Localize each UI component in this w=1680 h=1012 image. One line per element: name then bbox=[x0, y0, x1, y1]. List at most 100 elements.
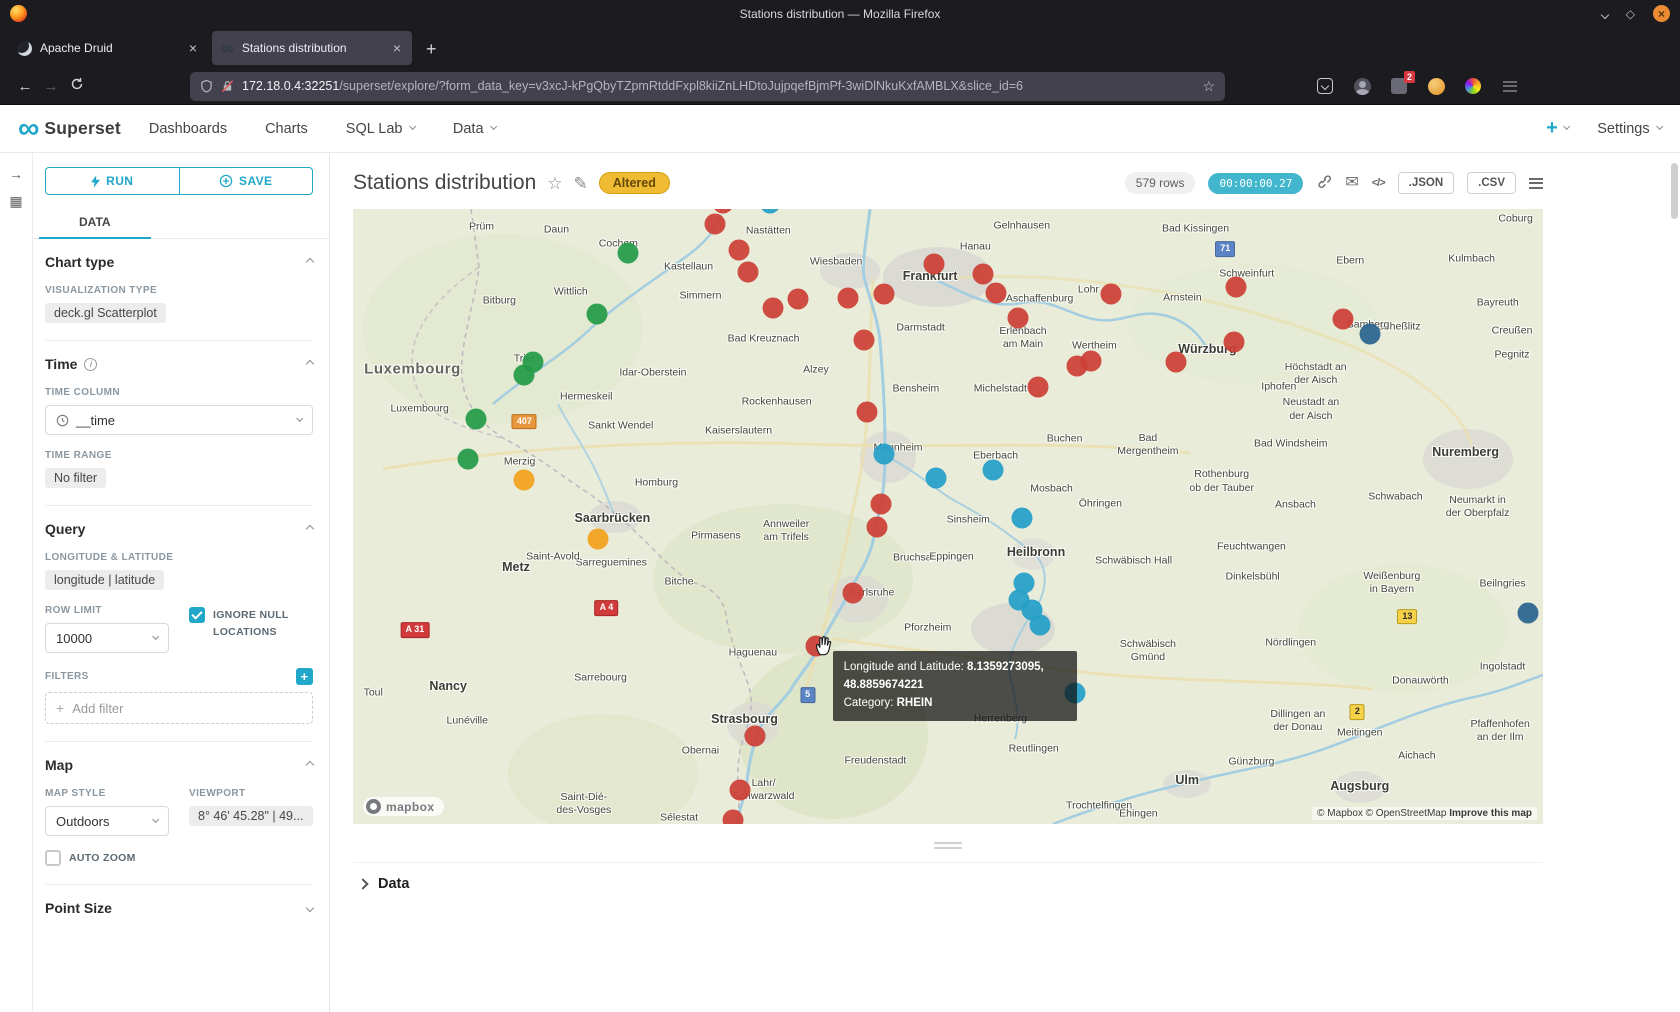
map-point[interactable] bbox=[1101, 283, 1122, 304]
data-panel-toggle[interactable]: Data bbox=[353, 862, 1543, 892]
map-point[interactable] bbox=[617, 243, 638, 264]
superset-brand[interactable]: ∞ Superset bbox=[18, 117, 121, 141]
copy-link-icon[interactable] bbox=[1316, 173, 1332, 193]
map-style-select[interactable]: Outdoors bbox=[45, 806, 169, 836]
map-point[interactable] bbox=[1028, 376, 1049, 397]
account-avatar-icon[interactable] bbox=[1352, 76, 1372, 96]
browser-tab-druid[interactable]: Apache Druid × bbox=[8, 31, 208, 65]
window-maximize-icon[interactable]: ◇ bbox=[1626, 8, 1635, 20]
favorite-star-icon[interactable]: ☆ bbox=[547, 175, 562, 192]
resize-handle[interactable] bbox=[934, 842, 962, 849]
pocket-icon[interactable] bbox=[1315, 76, 1335, 96]
nav-item-dashboards[interactable]: Dashboards bbox=[149, 121, 227, 137]
section-header-point-size[interactable]: Point Size bbox=[45, 900, 313, 916]
map-point[interactable] bbox=[873, 283, 894, 304]
map-point[interactable] bbox=[1360, 323, 1381, 344]
time-column-select[interactable]: __time bbox=[45, 405, 313, 435]
map-point[interactable] bbox=[738, 261, 759, 282]
add-filter-dropzone[interactable]: + Add filter bbox=[45, 692, 313, 724]
browser-tab-stations[interactable]: ∞ Stations distribution × bbox=[212, 31, 412, 65]
adblock-extension-icon[interactable]: 2 bbox=[1389, 76, 1409, 96]
map-point[interactable] bbox=[857, 401, 878, 422]
window-minimize-icon[interactable] bbox=[1602, 8, 1608, 20]
map-point[interactable] bbox=[871, 494, 892, 515]
profile-avatar-icon[interactable] bbox=[1426, 76, 1446, 96]
viz-type-chip[interactable]: deck.gl Scatterplot bbox=[45, 303, 166, 323]
map-point[interactable] bbox=[1223, 331, 1244, 352]
deckgl-scatter-map[interactable]: PrümDaunCochemNastättenGelnhausenBad Kis… bbox=[353, 209, 1543, 824]
map-point[interactable] bbox=[983, 459, 1004, 480]
map-point[interactable] bbox=[853, 329, 874, 350]
map-point[interactable] bbox=[704, 213, 725, 234]
altered-badge[interactable]: Altered bbox=[599, 172, 670, 194]
export-csv-button[interactable]: .CSV bbox=[1467, 172, 1516, 194]
nav-item-data[interactable]: Data bbox=[453, 121, 496, 137]
map-point[interactable] bbox=[759, 209, 780, 213]
datasource-grid-icon[interactable]: ▦ bbox=[9, 194, 22, 208]
map-point[interactable] bbox=[1166, 352, 1187, 373]
section-header-time[interactable]: Timei bbox=[45, 356, 313, 372]
map-point[interactable] bbox=[1066, 355, 1087, 376]
export-json-button[interactable]: .JSON bbox=[1398, 172, 1455, 194]
map-point[interactable] bbox=[1225, 277, 1246, 298]
extension-pinwheel-icon[interactable] bbox=[1463, 76, 1483, 96]
map-point[interactable] bbox=[745, 726, 766, 747]
map-point[interactable] bbox=[729, 780, 750, 801]
auto-zoom-checkbox-row[interactable]: AUTO ZOOM bbox=[45, 850, 169, 867]
bookmark-star-icon[interactable]: ☆ bbox=[1202, 78, 1215, 95]
map-point[interactable] bbox=[1011, 507, 1032, 528]
map-point[interactable] bbox=[514, 365, 535, 386]
forward-button[interactable]: → bbox=[38, 78, 64, 95]
new-tab-button[interactable]: + bbox=[414, 34, 449, 65]
map-point[interactable] bbox=[465, 408, 486, 429]
map-point[interactable] bbox=[458, 449, 479, 470]
back-button[interactable]: ← bbox=[12, 78, 38, 95]
lonlat-chip[interactable]: longitude | latitude bbox=[45, 570, 164, 590]
url-bar[interactable]: 172.18.0.4:32251/superset/explore/?form_… bbox=[190, 72, 1225, 101]
map-point[interactable] bbox=[842, 582, 863, 603]
settings-menu[interactable]: Settings bbox=[1597, 121, 1662, 137]
map-point[interactable] bbox=[788, 288, 809, 309]
map-point[interactable] bbox=[514, 470, 535, 491]
run-button[interactable]: RUN bbox=[45, 167, 180, 195]
save-button[interactable]: SAVE bbox=[179, 167, 314, 195]
embed-code-icon[interactable]: </> bbox=[1372, 177, 1385, 189]
page-scrollbar-thumb[interactable] bbox=[1671, 163, 1678, 219]
improve-map-link[interactable]: Improve this map bbox=[1449, 808, 1532, 819]
row-limit-select[interactable]: 10000 bbox=[45, 623, 169, 653]
email-icon[interactable]: ✉ bbox=[1345, 175, 1358, 191]
map-point[interactable] bbox=[1008, 307, 1029, 328]
map-point[interactable] bbox=[586, 304, 607, 325]
map-point[interactable] bbox=[722, 809, 743, 824]
chart-menu-icon[interactable] bbox=[1529, 175, 1543, 191]
reload-button[interactable] bbox=[64, 77, 90, 95]
expand-panel-icon[interactable]: → bbox=[9, 167, 23, 181]
insecure-lock-icon[interactable] bbox=[221, 79, 234, 93]
map-point[interactable] bbox=[1517, 603, 1538, 624]
map-point[interactable] bbox=[838, 288, 859, 309]
time-range-chip[interactable]: No filter bbox=[45, 468, 106, 488]
ignore-null-checkbox-row[interactable]: IGNORE NULL LOCATIONS bbox=[189, 607, 313, 641]
edit-pencil-icon[interactable]: ✎ bbox=[574, 175, 588, 192]
map-point[interactable] bbox=[923, 253, 944, 274]
map-point[interactable] bbox=[763, 298, 784, 319]
section-header-chart-type[interactable]: Chart type bbox=[45, 254, 313, 270]
map-point[interactable] bbox=[1333, 309, 1354, 330]
map-point[interactable] bbox=[926, 467, 947, 488]
tracking-protection-shield-icon[interactable] bbox=[200, 79, 213, 93]
window-close-icon[interactable]: × bbox=[1653, 5, 1670, 22]
tab-data[interactable]: DATA bbox=[39, 208, 151, 239]
map-point[interactable] bbox=[985, 283, 1006, 304]
map-point[interactable] bbox=[588, 529, 609, 550]
auto-zoom-checkbox[interactable] bbox=[45, 850, 61, 866]
tab-close-icon[interactable]: × bbox=[187, 40, 199, 56]
viewport-chip[interactable]: 8° 46' 45.28" | 49... bbox=[189, 806, 313, 826]
add-filter-plus-button[interactable]: + bbox=[296, 668, 313, 685]
browser-menu-icon[interactable] bbox=[1500, 76, 1520, 96]
tab-close-icon[interactable]: × bbox=[391, 40, 403, 56]
map-point[interactable] bbox=[972, 264, 993, 285]
new-button[interactable]: + bbox=[1546, 117, 1569, 140]
nav-item-charts[interactable]: Charts bbox=[265, 121, 308, 137]
section-header-map[interactable]: Map bbox=[45, 757, 313, 773]
mapbox-logo[interactable]: mapbox bbox=[363, 797, 444, 816]
